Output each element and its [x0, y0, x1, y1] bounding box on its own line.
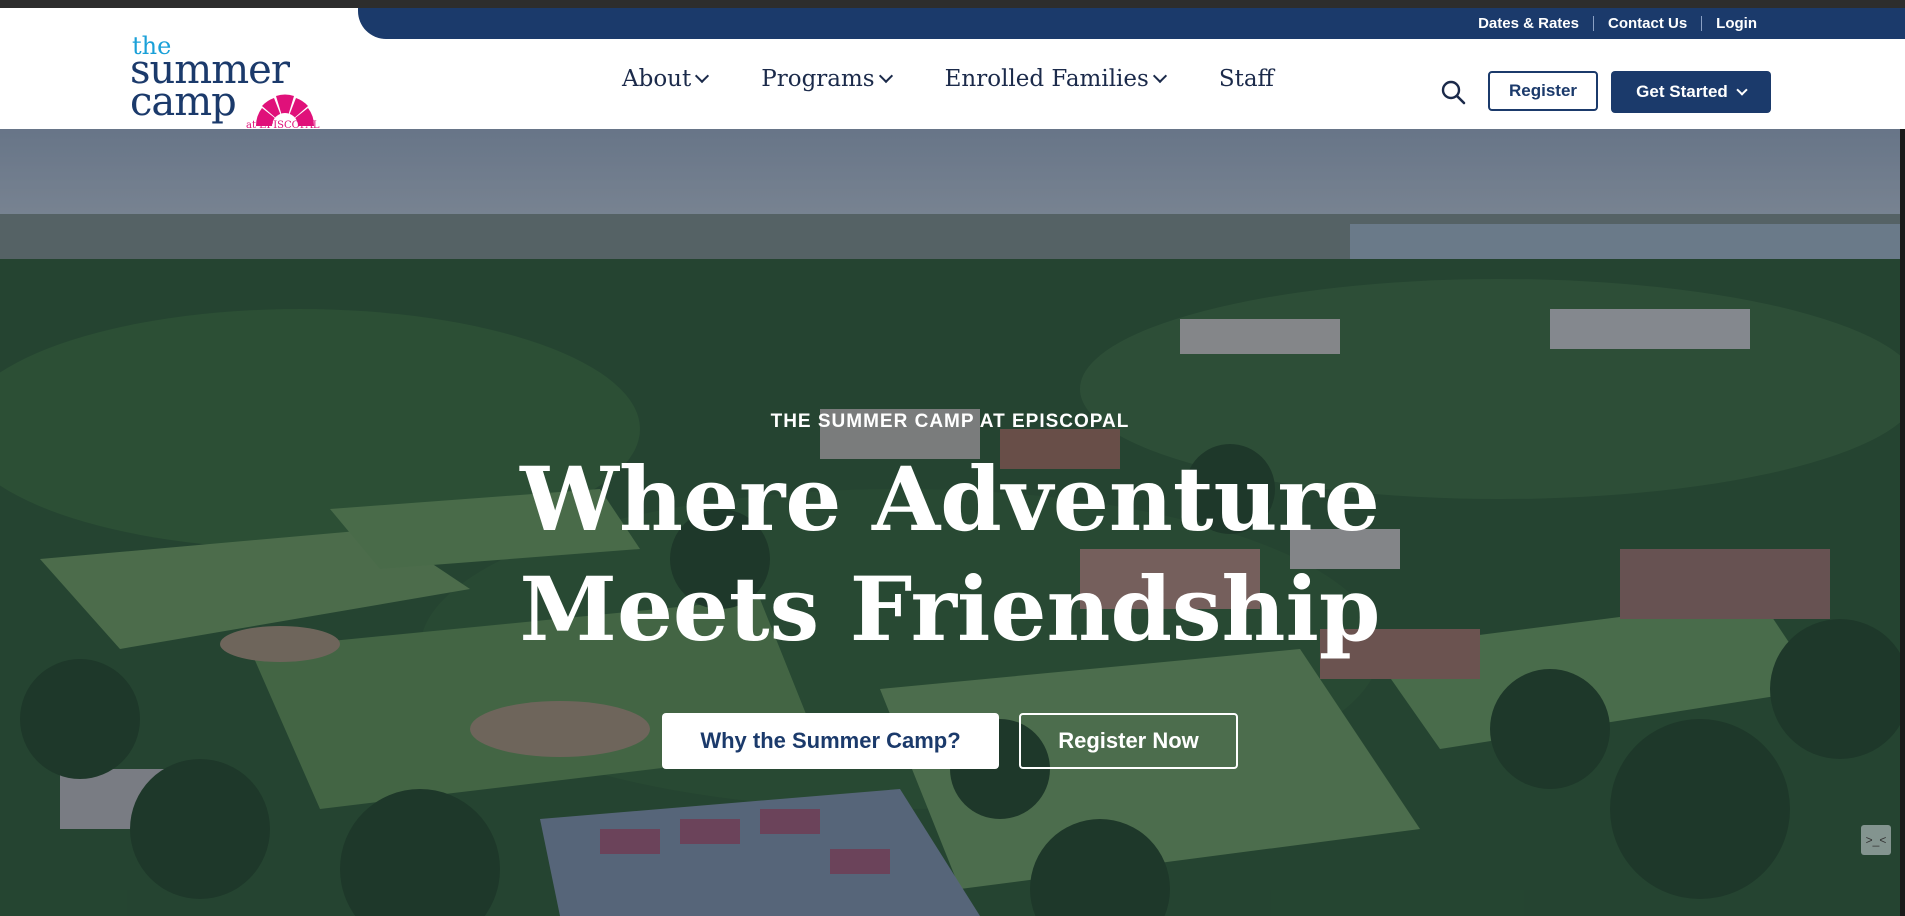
hero-eyebrow: THE SUMMER CAMP AT EPISCOPAL — [770, 411, 1130, 432]
utility-link-dates-rates[interactable]: Dates & Rates — [1464, 15, 1593, 32]
nav-item-label: Programs — [761, 66, 875, 92]
nav-item-staff[interactable]: Staff — [1219, 66, 1274, 92]
site-header: Dates & Rates Contact Us Login the summe… — [0, 8, 1905, 131]
nav-item-label: Enrolled Families — [944, 66, 1149, 92]
site-logo[interactable]: the summer camp at EPISCOPAL — [130, 26, 330, 134]
hero-headline: Where Adventure Meets Friendship — [0, 444, 1900, 664]
chevron-down-icon — [878, 68, 893, 84]
chevron-down-icon — [1736, 84, 1748, 96]
hero-headline-line1: Where Adventure — [520, 447, 1380, 551]
why-summer-camp-button-label: Why the Summer Camp? — [700, 728, 961, 753]
utility-bar: Dates & Rates Contact Us Login — [358, 8, 1905, 39]
utility-link-contact-us[interactable]: Contact Us — [1594, 15, 1701, 32]
nav-item-enrolled-families[interactable]: Enrolled Families — [944, 66, 1167, 92]
nav-item-programs[interactable]: Programs — [761, 66, 893, 92]
accessibility-widget-icon[interactable]: >_< — [1861, 825, 1891, 855]
nav-item-label: Staff — [1218, 66, 1274, 92]
why-summer-camp-button[interactable]: Why the Summer Camp? — [662, 713, 999, 769]
search-icon[interactable] — [1440, 79, 1466, 105]
hero-section: THE SUMMER CAMP AT EPISCOPAL Where Adven… — [0, 129, 1905, 916]
get-started-button[interactable]: Get Started — [1611, 71, 1771, 113]
register-button[interactable]: Register — [1488, 71, 1598, 111]
get-started-button-label: Get Started — [1636, 82, 1728, 101]
chevron-down-icon — [1152, 68, 1167, 84]
browser-top-edge — [0, 0, 1905, 8]
nav-item-label: About — [622, 66, 692, 92]
register-button-label: Register — [1508, 81, 1578, 100]
utility-link-login[interactable]: Login — [1702, 15, 1771, 32]
nav-item-about[interactable]: About — [622, 66, 710, 92]
chevron-down-icon — [695, 68, 710, 84]
scrollbar[interactable] — [1900, 129, 1905, 916]
utility-links: Dates & Rates Contact Us Login — [1464, 8, 1771, 39]
hero-headline-line2: Meets Friendship — [519, 557, 1381, 661]
main-nav: About Programs Enrolled Families Staff — [622, 66, 1328, 92]
register-now-button[interactable]: Register Now — [1019, 713, 1238, 769]
logo-text-camp: camp — [130, 79, 237, 125]
register-now-button-label: Register Now — [1058, 728, 1199, 753]
